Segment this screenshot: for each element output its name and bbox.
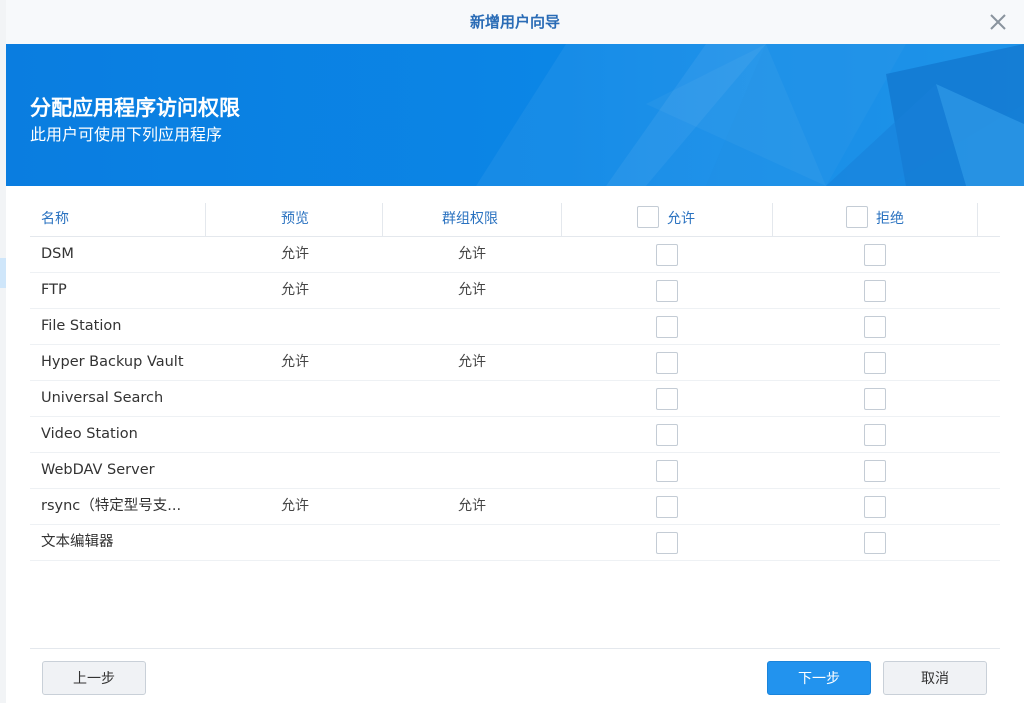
deny-checkbox[interactable] <box>864 532 886 554</box>
deny-checkbox[interactable] <box>864 496 886 518</box>
add-user-wizard-dialog: 新增用户向导 分配应用程序访问权限 此用户可使用下列应用程序 名称 预览 群组权… <box>6 0 1024 703</box>
allow-all-checkbox[interactable] <box>637 206 659 228</box>
prev-step-button[interactable]: 上一步 <box>42 661 146 695</box>
allow-checkbox[interactable] <box>656 496 678 518</box>
deny-checkbox[interactable] <box>864 352 886 374</box>
next-step-button[interactable]: 下一步 <box>767 661 871 695</box>
allow-checkbox[interactable] <box>656 280 678 302</box>
table-row[interactable]: Hyper Backup Vault 允许 允许 <box>30 345 1000 381</box>
column-header-allow: 允许 <box>563 203 773 236</box>
allow-checkbox[interactable] <box>656 388 678 410</box>
banner-subtitle: 此用户可使用下列应用程序 <box>30 125 223 144</box>
app-name-cell: Hyper Backup Vault <box>41 354 184 370</box>
allow-checkbox[interactable] <box>656 352 678 374</box>
app-name-cell: 文本编辑器 <box>41 534 114 550</box>
allow-checkbox[interactable] <box>656 460 678 482</box>
table-row[interactable]: WebDAV Server <box>30 453 1000 489</box>
table-row[interactable]: Universal Search <box>30 381 1000 417</box>
column-header-group-permission[interactable]: 群组权限 <box>384 203 562 236</box>
app-name-cell: Video Station <box>41 426 138 442</box>
app-name-cell: File Station <box>41 318 122 334</box>
deny-checkbox[interactable] <box>864 424 886 446</box>
table-row[interactable]: File Station <box>30 309 1000 345</box>
app-name-cell: WebDAV Server <box>41 462 155 478</box>
deny-checkbox[interactable] <box>864 460 886 482</box>
table-row[interactable]: 文本编辑器 <box>30 525 1000 561</box>
close-button[interactable] <box>986 10 1010 34</box>
dialog-title: 新增用户向导 <box>469 13 560 31</box>
table-row[interactable]: Video Station <box>30 417 1000 453</box>
allow-checkbox[interactable] <box>656 424 678 446</box>
group-permission-cell: 允许 <box>458 498 486 514</box>
deny-checkbox[interactable] <box>864 244 886 266</box>
group-permission-cell: 允许 <box>458 282 486 298</box>
dialog-titlebar: 新增用户向导 <box>6 0 1024 45</box>
app-name-cell: Universal Search <box>41 390 164 406</box>
preview-cell: 允许 <box>281 498 309 514</box>
column-header-preview-label: 预览 <box>281 211 309 227</box>
preview-cell: 允许 <box>281 246 309 262</box>
column-header-allow-label: 允许 <box>667 211 695 227</box>
column-header-name[interactable]: 名称 <box>30 203 206 236</box>
app-name-cell: DSM <box>41 246 74 262</box>
wizard-banner: 分配应用程序访问权限 此用户可使用下列应用程序 <box>6 44 1024 186</box>
table-row[interactable]: rsync（特定型号支... 允许 允许 <box>30 489 1000 525</box>
preview-cell: 允许 <box>281 282 309 298</box>
column-header-deny: 拒绝 <box>774 203 978 236</box>
app-name-cell: FTP <box>41 282 67 298</box>
close-icon <box>990 14 1006 30</box>
allow-checkbox[interactable] <box>656 244 678 266</box>
table-body: DSM 允许 允许 FTP 允许 允许 File Station Hyper B… <box>30 237 1000 561</box>
banner-title: 分配应用程序访问权限 <box>30 96 240 120</box>
deny-all-checkbox[interactable] <box>846 206 868 228</box>
allow-checkbox[interactable] <box>656 316 678 338</box>
column-header-deny-label: 拒绝 <box>876 211 904 227</box>
table-row[interactable]: FTP 允许 允许 <box>30 273 1000 309</box>
dialog-footer: 上一步 下一步 取消 <box>30 648 1000 695</box>
column-header-name-label: 名称 <box>41 211 69 227</box>
deny-checkbox[interactable] <box>864 316 886 338</box>
group-permission-cell: 允许 <box>458 354 486 370</box>
preview-cell: 允许 <box>281 354 309 370</box>
app-permissions-table: 名称 预览 群组权限 允许 拒绝 DSM 允许 允许 FTP 允许 允许 Fil… <box>30 203 1000 561</box>
column-header-group-label: 群组权限 <box>442 211 498 227</box>
deny-checkbox[interactable] <box>864 388 886 410</box>
deny-checkbox[interactable] <box>864 280 886 302</box>
column-header-preview[interactable]: 预览 <box>207 203 383 236</box>
group-permission-cell: 允许 <box>458 246 486 262</box>
cancel-button[interactable]: 取消 <box>883 661 987 695</box>
app-name-cell: rsync（特定型号支... <box>41 498 182 514</box>
table-row[interactable]: DSM 允许 允许 <box>30 237 1000 273</box>
table-header: 名称 预览 群组权限 允许 拒绝 <box>30 203 1000 237</box>
allow-checkbox[interactable] <box>656 532 678 554</box>
